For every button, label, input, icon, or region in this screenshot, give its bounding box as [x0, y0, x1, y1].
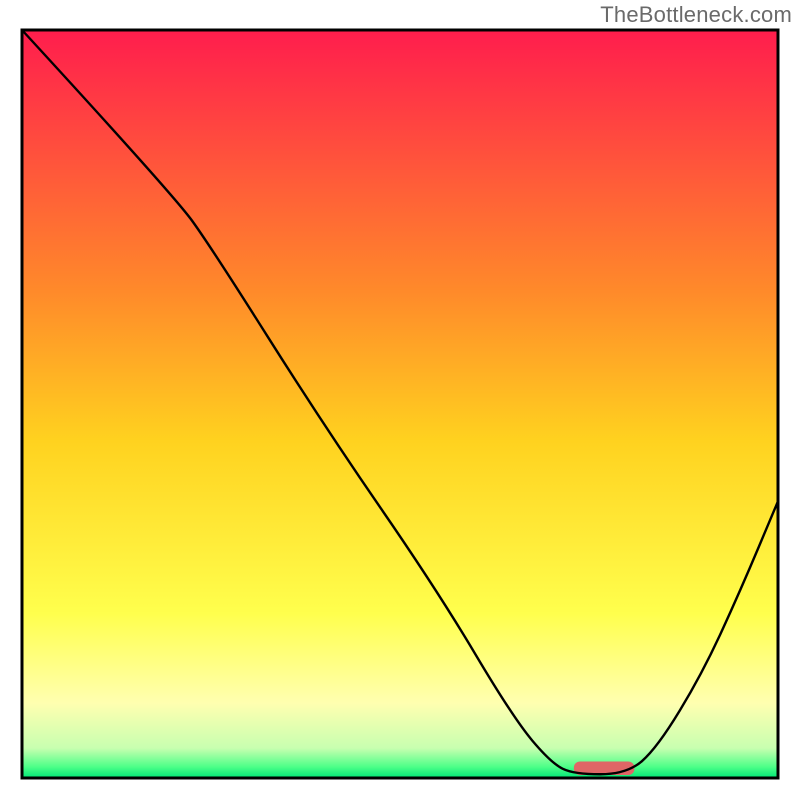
chart-container: TheBottleneck.com — [0, 0, 800, 800]
watermark-text: TheBottleneck.com — [600, 2, 792, 28]
bottleneck-chart — [0, 0, 800, 800]
chart-background — [22, 30, 778, 778]
